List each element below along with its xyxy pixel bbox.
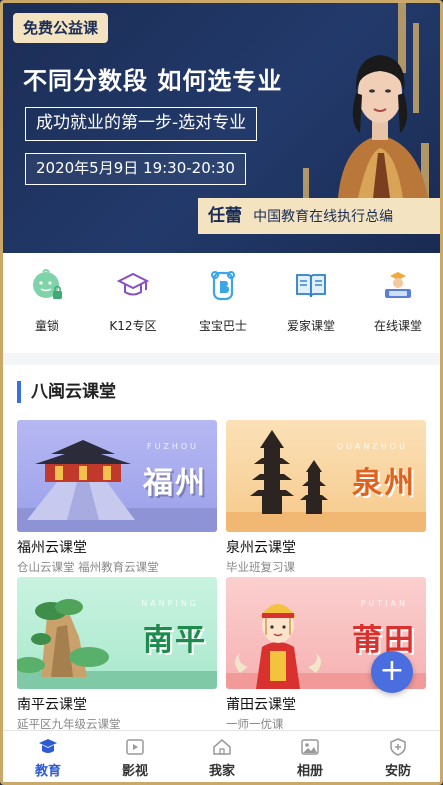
- card-title: 泉州云课堂: [226, 540, 296, 556]
- quick-item-label: 爱家课堂: [286, 319, 335, 333]
- quick-item-label: 童锁: [34, 319, 59, 333]
- speaker-name: 任蕾: [208, 206, 242, 226]
- tab-album[interactable]: 相册: [275, 737, 345, 779]
- education-icon: [39, 739, 57, 753]
- banner-title: 不同分数段 如何选专业: [23, 67, 283, 95]
- quick-item-label: 宝宝巴士: [198, 319, 247, 333]
- free-course-badge: 免费公益课: [13, 13, 109, 43]
- tab-education[interactable]: 教育: [13, 737, 83, 779]
- section-title: 八闽云课堂: [17, 381, 116, 403]
- app-frame: 免费公益课 不同分数段 如何选专业 成功就业的第一步-选对专业 2020年5月9…: [0, 0, 443, 785]
- quick-item-label: 在线课堂: [373, 319, 422, 333]
- card-image: NANPING 南平: [17, 577, 217, 689]
- quick-access-bar: 童锁 K12专区 宝宝巴士 爱家课堂 在线课堂: [3, 253, 440, 353]
- card-title: 南平云课堂: [17, 697, 87, 713]
- quick-item-baby-bus[interactable]: 宝宝巴士: [183, 267, 263, 334]
- city-label: 泉州: [352, 466, 416, 501]
- add-button[interactable]: +: [371, 651, 413, 693]
- quick-item-family-class[interactable]: 爱家课堂: [271, 267, 351, 334]
- bottom-tab-bar: 教育 影视 我家 相册 安防: [3, 730, 440, 782]
- card-title: 莆田云课堂: [226, 697, 296, 713]
- presenter-portrait: [338, 55, 428, 198]
- quick-item-k12[interactable]: K12专区: [93, 267, 173, 334]
- city-pinyin: NANPING: [141, 599, 199, 608]
- tab-home[interactable]: 我家: [187, 737, 257, 779]
- card-title: 福州云课堂: [17, 540, 87, 556]
- quick-item-child-lock[interactable]: 童锁: [7, 267, 87, 334]
- quick-item-online-class[interactable]: 在线课堂: [358, 267, 438, 334]
- tab-label: 安防: [384, 764, 411, 779]
- tab-label: 影视: [121, 764, 148, 779]
- card-nanping[interactable]: NANPING 南平 南平云课堂 延平区九年级云课堂: [17, 577, 217, 732]
- city-label: 南平: [143, 623, 207, 658]
- baby-bus-icon: [211, 271, 235, 301]
- child-lock-icon: [33, 269, 62, 299]
- city-pinyin: PUTIAN: [360, 599, 408, 608]
- graduation-cap-icon: [116, 272, 150, 296]
- quick-item-label: K12专区: [109, 319, 157, 333]
- banner-date: 2020年5月9日 19:30-20:30: [25, 153, 246, 185]
- card-fuzhou[interactable]: FUZHOU 福州 福州云课堂 仓山云课堂 福州教育云课堂: [17, 420, 217, 575]
- card-subtitle: 毕业班复习课: [226, 560, 295, 574]
- tab-security[interactable]: 安防: [363, 737, 433, 779]
- promo-banner[interactable]: 免费公益课 不同分数段 如何选专业 成功就业的第一步-选对专业 2020年5月9…: [3, 3, 440, 253]
- card-image: FUZHOU 福州: [17, 420, 217, 532]
- card-quanzhou[interactable]: QUANZHOU 泉州 泉州云课堂 毕业班复习课: [226, 420, 426, 575]
- video-icon: [126, 739, 144, 755]
- home-icon: [213, 739, 231, 755]
- banner-subtitle: 成功就业的第一步-选对专业: [25, 107, 258, 141]
- speaker-bar: 任蕾 中国教育在线执行总编: [198, 198, 440, 234]
- card-image: QUANZHOU 泉州: [226, 420, 426, 532]
- city-pinyin: FUZHOU: [147, 442, 199, 451]
- tab-video[interactable]: 影视: [100, 737, 170, 779]
- city-pinyin: QUANZHOU: [336, 442, 408, 451]
- tab-label: 教育: [34, 764, 61, 779]
- card-subtitle: 仓山云课堂 福州教育云课堂: [17, 560, 159, 574]
- shield-icon: [390, 738, 406, 756]
- online-class-icon: [385, 272, 411, 298]
- tab-label: 相册: [296, 764, 323, 779]
- tab-label: 我家: [208, 764, 235, 779]
- album-icon: [301, 739, 319, 755]
- city-label: 福州: [143, 466, 207, 501]
- open-book-icon: [296, 274, 326, 298]
- speaker-title: 中国教育在线执行总编: [253, 209, 394, 225]
